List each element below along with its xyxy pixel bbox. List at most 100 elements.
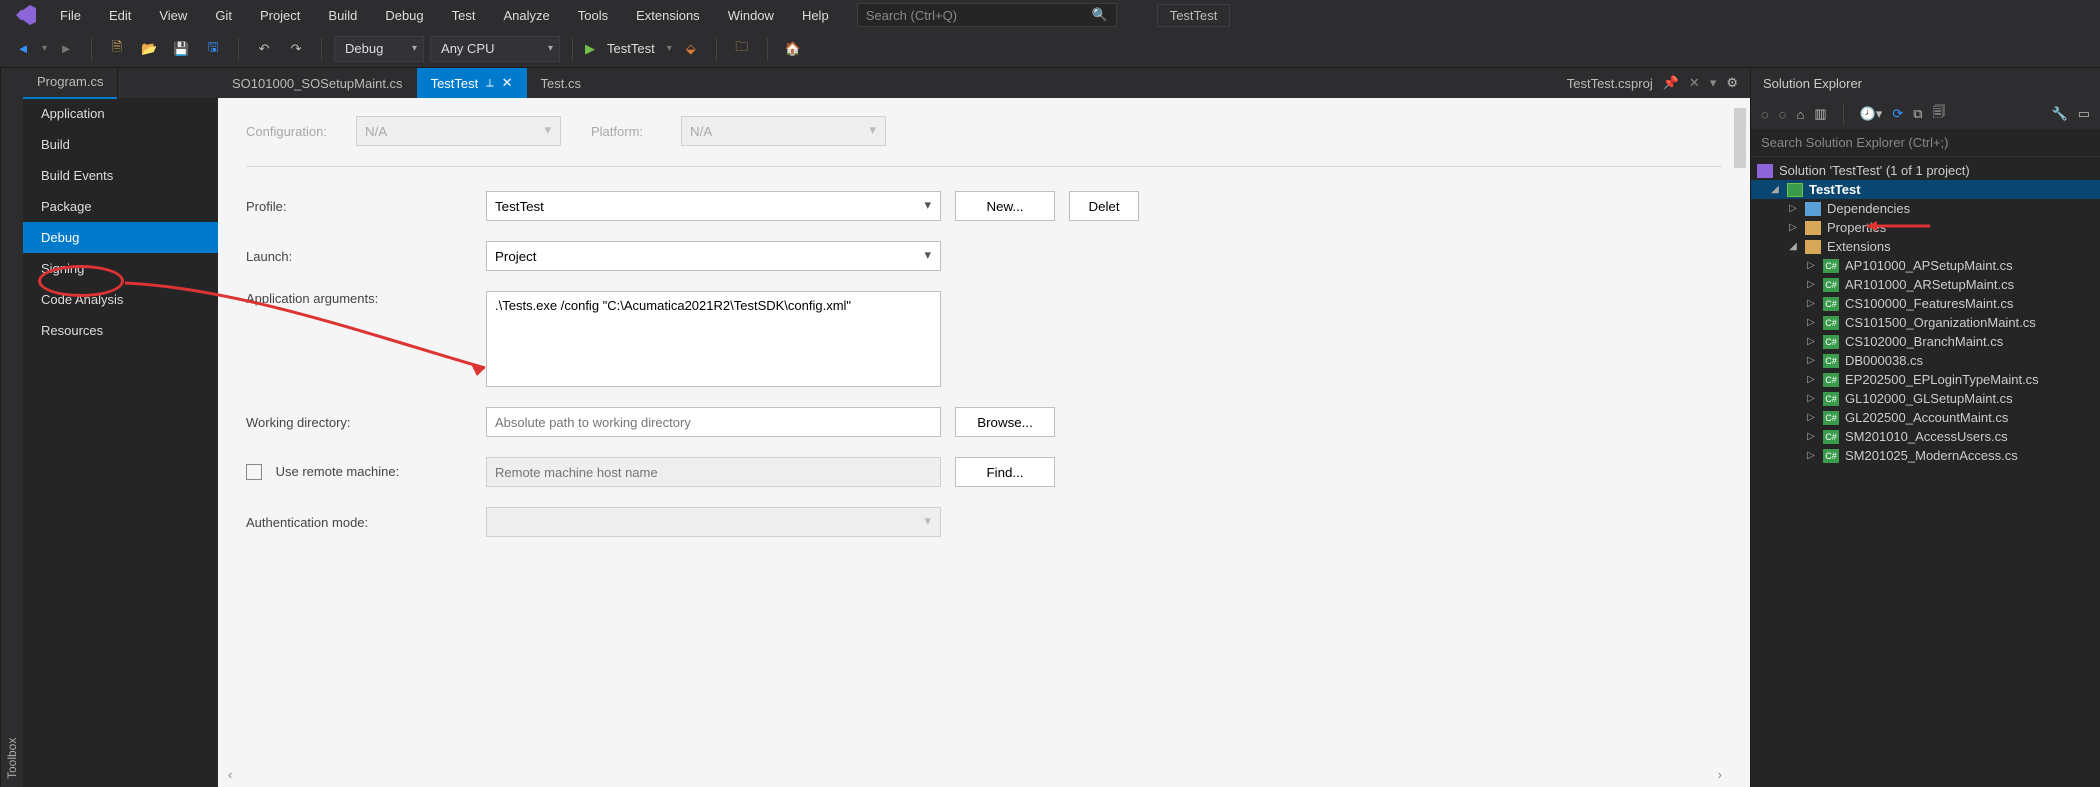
chevron-right-icon[interactable]: ▷ [1805, 298, 1817, 309]
preview-icon[interactable]: ▭ [2078, 106, 2090, 122]
profile-new-button[interactable]: New... [955, 191, 1055, 221]
nav-back-button[interactable]: ◄ [10, 36, 36, 62]
browser-link-button[interactable]: 🏠 [780, 36, 806, 62]
solution-platform-dropdown[interactable]: Any CPU [430, 36, 560, 62]
chevron-down-icon[interactable]: ◢ [1787, 241, 1799, 252]
sidebar-item-debug[interactable]: Debug [23, 222, 218, 253]
file-node[interactable]: ▷C#CS102000_BranchMaint.cs [1751, 332, 2100, 351]
switch-view-icon[interactable]: ▥ [1814, 106, 1826, 122]
horizontal-scrollbar[interactable] [228, 767, 1722, 783]
menu-window[interactable]: Window [714, 4, 788, 27]
vertical-scrollbar[interactable] [1732, 108, 1748, 777]
file-node[interactable]: ▷C#GL202500_AccountMaint.cs [1751, 408, 2100, 427]
chevron-right-icon[interactable]: ▷ [1805, 279, 1817, 290]
tab-program-cs[interactable]: Program.cs [23, 68, 118, 98]
profile-delete-button[interactable]: Delet [1069, 191, 1139, 221]
pin-icon[interactable]: 📌 [1663, 75, 1679, 91]
chevron-right-icon[interactable]: ▷ [1805, 355, 1817, 366]
menu-tools[interactable]: Tools [564, 4, 622, 27]
toolbox-tab[interactable]: Toolbox [0, 68, 23, 787]
redo-button[interactable]: ↷ [283, 36, 309, 62]
show-all-icon[interactable]: 🗐 [1933, 103, 1946, 125]
save-all-button[interactable]: 🖫 [200, 36, 226, 62]
gear-icon[interactable]: ⚙ [1726, 75, 1738, 91]
file-node[interactable]: ▷C#AP101000_APSetupMaint.cs [1751, 256, 2100, 275]
profile-dropdown[interactable] [486, 191, 941, 221]
pin-icon[interactable]: ⟂ [486, 77, 493, 90]
tab-test-cs[interactable]: Test.cs [527, 68, 595, 98]
dependencies-node[interactable]: ▷ Dependencies [1751, 199, 2100, 218]
chevron-right-icon[interactable]: ▷ [1805, 450, 1817, 461]
start-target-label[interactable]: TestTest [601, 41, 661, 56]
new-item-button[interactable]: 🗎 [104, 36, 130, 62]
collapse-all-icon[interactable]: ⧉ [1913, 106, 1922, 122]
file-node[interactable]: ▷C#CS100000_FeaturesMaint.cs [1751, 294, 2100, 313]
menu-extensions[interactable]: Extensions [622, 4, 714, 27]
project-dropdown-label[interactable]: TestTest.csproj [1567, 76, 1653, 91]
chevron-right-icon[interactable]: ▷ [1805, 260, 1817, 271]
app-args-input[interactable] [486, 291, 941, 387]
chevron-right-icon[interactable]: ▷ [1787, 203, 1799, 214]
file-node[interactable]: ▷C#GL102000_GLSetupMaint.cs [1751, 389, 2100, 408]
properties-icon[interactable]: 🔧 [2052, 106, 2068, 122]
chevron-right-icon[interactable]: ▷ [1805, 393, 1817, 404]
close-icon[interactable]: ✕ [502, 75, 513, 91]
sidebar-item-package[interactable]: Package [23, 191, 218, 222]
chevron-down-icon[interactable]: ◢ [1769, 184, 1781, 195]
file-node[interactable]: ▷C#SM201010_AccessUsers.cs [1751, 427, 2100, 446]
home-icon[interactable]: ⌂ [1796, 107, 1804, 122]
launch-dropdown[interactable] [486, 241, 941, 271]
menu-debug[interactable]: Debug [371, 4, 437, 27]
sidebar-item-build-events[interactable]: Build Events [23, 160, 218, 191]
chevron-right-icon[interactable]: ▷ [1805, 431, 1817, 442]
working-dir-browse-button[interactable]: Browse... [955, 407, 1055, 437]
menu-git[interactable]: Git [201, 4, 246, 27]
chevron-down-icon[interactable]: ▾ [1710, 75, 1717, 91]
menu-file[interactable]: File [46, 4, 95, 27]
undo-button[interactable]: ↶ [251, 36, 277, 62]
file-node[interactable]: ▷C#CS101500_OrganizationMaint.cs [1751, 313, 2100, 332]
chevron-right-icon[interactable]: ▷ [1805, 336, 1817, 347]
menu-view[interactable]: View [145, 4, 201, 27]
sidebar-item-build[interactable]: Build [23, 129, 218, 160]
file-node[interactable]: ▷C#EP202500_EPLoginTypeMaint.cs [1751, 370, 2100, 389]
sidebar-item-application[interactable]: Application [23, 98, 218, 129]
menu-analyze[interactable]: Analyze [489, 4, 563, 27]
tab-testtest-properties[interactable]: TestTest ⟂ ✕ [417, 68, 527, 98]
nav-back-icon[interactable]: ◌ [1761, 107, 1769, 122]
file-node[interactable]: ▷C#SM201025_ModernAccess.cs [1751, 446, 2100, 465]
menu-help[interactable]: Help [788, 4, 843, 27]
menu-project[interactable]: Project [246, 4, 314, 27]
chevron-right-icon[interactable]: ▷ [1805, 317, 1817, 328]
properties-node[interactable]: ▷ Properties [1751, 218, 2100, 237]
quick-search-input[interactable]: Search (Ctrl+Q) 🔍 [857, 3, 1117, 27]
working-dir-input[interactable] [486, 407, 941, 437]
chevron-right-icon[interactable]: ▷ [1805, 374, 1817, 385]
menu-test[interactable]: Test [438, 4, 490, 27]
solution-root-node[interactable]: Solution 'TestTest' (1 of 1 project) [1751, 161, 2100, 180]
sidebar-item-resources[interactable]: Resources [23, 315, 218, 346]
tab-sosetup[interactable]: SO101000_SOSetupMaint.cs [218, 68, 417, 98]
sidebar-item-code-analysis[interactable]: Code Analysis [23, 284, 218, 315]
project-node[interactable]: ◢ TestTest [1751, 180, 2100, 199]
menu-edit[interactable]: Edit [95, 4, 145, 27]
solution-explorer-search[interactable]: Search Solution Explorer (Ctrl+;) [1751, 129, 2100, 157]
file-node[interactable]: ▷C#DB000038.cs [1751, 351, 2100, 370]
pending-changes-icon[interactable]: 🕗▾ [1860, 106, 1883, 122]
file-node[interactable]: ▷C#AR101000_ARSetupMaint.cs [1751, 275, 2100, 294]
close-icon[interactable]: ✕ [1689, 75, 1700, 91]
open-button[interactable]: 📂 [136, 36, 162, 62]
remote-find-button[interactable]: Find... [955, 457, 1055, 487]
extensions-folder-node[interactable]: ◢ Extensions [1751, 237, 2100, 256]
solution-config-dropdown[interactable]: Debug [334, 36, 424, 62]
save-button[interactable]: 💾 [168, 36, 194, 62]
menu-build[interactable]: Build [314, 4, 371, 27]
nav-fwd-button[interactable]: ► [53, 36, 79, 62]
sidebar-item-signing[interactable]: Signing [23, 253, 218, 284]
nav-fwd-icon[interactable]: ◌ [1779, 107, 1787, 122]
chevron-right-icon[interactable]: ▷ [1805, 412, 1817, 423]
remote-machine-checkbox[interactable] [246, 464, 262, 480]
refresh-icon[interactable]: ⟳ [1892, 106, 1903, 122]
hot-reload-icon[interactable]: ⬙ [678, 36, 704, 62]
folder-button[interactable]: 🗀 [729, 36, 755, 62]
